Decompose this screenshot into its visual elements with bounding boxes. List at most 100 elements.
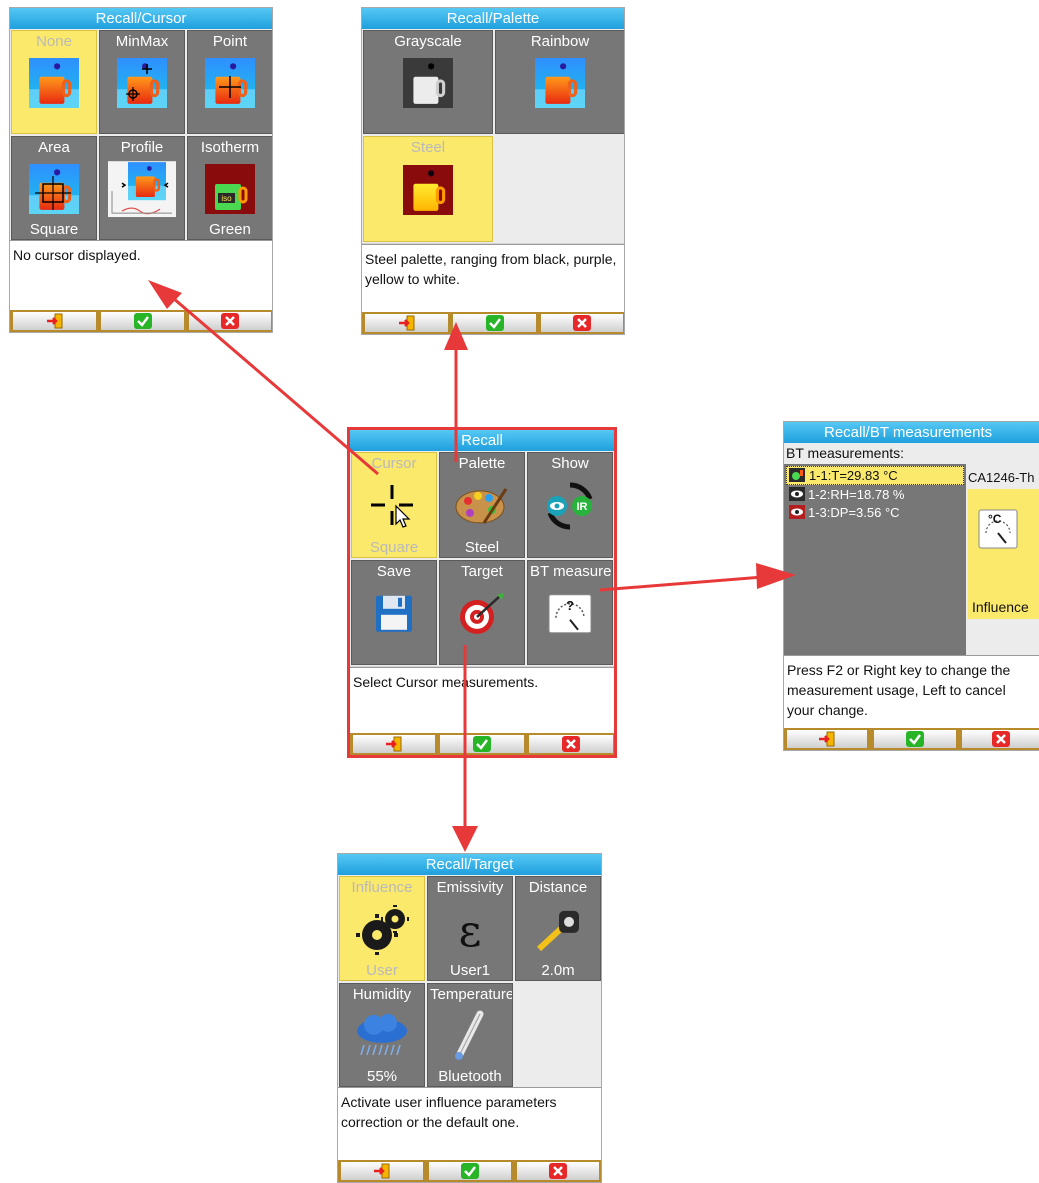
- tile-label: Emissivity: [436, 879, 504, 896]
- unit-label: °C: [988, 512, 1002, 526]
- confirm-key[interactable]: [874, 730, 956, 748]
- exit-key[interactable]: [787, 730, 867, 748]
- exit-key[interactable]: [341, 1162, 423, 1180]
- exit-key[interactable]: [13, 312, 96, 330]
- tile-isotherm[interactable]: Isotherm iso Green: [187, 136, 272, 240]
- tile-show[interactable]: Show IR: [527, 452, 613, 558]
- description: Press F2 or Right key to change the meas…: [784, 655, 1039, 730]
- exit-key[interactable]: [353, 735, 435, 753]
- tile-label: Humidity: [352, 986, 412, 1003]
- tile-palette[interactable]: Palette Steel: [439, 452, 525, 558]
- tile-humidity[interactable]: Humidity 55%: [339, 983, 425, 1087]
- description: No cursor displayed.: [10, 240, 272, 312]
- tile-label: Cursor: [371, 455, 417, 472]
- check-icon: [472, 736, 492, 752]
- bt-item[interactable]: 1-3:DP=3.56 °C: [786, 504, 962, 521]
- recall-palette-screen: Recall/Palette Grayscale Rainbow Steel S…: [361, 7, 625, 335]
- close-icon: [561, 736, 581, 752]
- tile-label: Isotherm: [200, 139, 260, 156]
- tile-grid: Cursor Square Palette Steel Show IR Save…: [350, 451, 614, 666]
- tile-steel[interactable]: Steel: [363, 136, 493, 242]
- tile-emissivity[interactable]: Emissivity ε User1: [427, 876, 513, 981]
- isotherm-icon: iso: [205, 164, 255, 214]
- tile-label: Profile: [120, 139, 164, 156]
- bt-list: 1-1:T=29.83 °C 1-2:RH=18.78 % 1-3:DP=3.5…: [784, 464, 966, 655]
- tile-none[interactable]: None: [11, 30, 97, 134]
- tile-temperature[interactable]: Temperature Bluetooth: [427, 983, 513, 1087]
- tile-label: Temperature: [430, 986, 512, 1003]
- recall-bt-screen: Recall/BT measurements BT measurements: …: [783, 421, 1039, 751]
- description: Select Cursor measurements.: [350, 667, 614, 734]
- cancel-key[interactable]: [189, 312, 271, 330]
- eye-sensor-icon: [789, 487, 805, 501]
- tile-label: Grayscale: [394, 33, 462, 50]
- tile-distance[interactable]: Distance 2.0m: [515, 876, 601, 981]
- confirm-key[interactable]: [101, 312, 184, 330]
- exit-icon: [397, 315, 417, 331]
- epsilon-icon: ε: [459, 907, 482, 951]
- bt-item[interactable]: 1-1:T=29.83 °C: [786, 466, 964, 485]
- thermo-sensor-icon: [789, 468, 805, 482]
- confirm-key[interactable]: [429, 1162, 511, 1180]
- cancel-key[interactable]: [529, 735, 613, 753]
- check-icon: [485, 315, 505, 331]
- gears-icon: [356, 904, 409, 955]
- function-key-bar: [362, 312, 624, 334]
- gauge-question-icon: ?: [548, 593, 592, 633]
- bt-item[interactable]: 1-2:RH=18.78 %: [786, 486, 962, 503]
- tile-save[interactable]: Save: [351, 560, 437, 665]
- tile-cursor[interactable]: Cursor Square: [351, 452, 437, 558]
- tile-grid: None MinMax Point Area Square Profile Is…: [10, 29, 272, 240]
- tile-label: Distance: [528, 879, 588, 896]
- tile-grayscale[interactable]: Grayscale: [363, 30, 493, 134]
- tile-label: MinMax: [115, 33, 169, 50]
- cancel-key[interactable]: [517, 1162, 599, 1180]
- tile-influence[interactable]: Influence User: [339, 876, 425, 981]
- svg-text:ε: ε: [459, 907, 482, 951]
- area-cursor-icon: [29, 164, 79, 214]
- tile-area[interactable]: Area Square: [11, 136, 97, 240]
- paint-palette-icon: [455, 488, 508, 524]
- svg-text:IR: IR: [577, 501, 588, 513]
- tile-label: Palette: [458, 455, 506, 472]
- cancel-key[interactable]: [962, 730, 1039, 748]
- bt-item-text: 1-1:T=29.83 °C: [809, 468, 898, 483]
- tile-target[interactable]: Target: [439, 560, 525, 665]
- confirm-key[interactable]: [453, 314, 536, 332]
- tile-value: User: [366, 962, 398, 979]
- arrow-to-bt: [599, 574, 777, 592]
- confirm-key[interactable]: [440, 735, 524, 753]
- tile-label: Target: [461, 563, 503, 580]
- device-name: CA1246-Th: [968, 470, 1035, 485]
- tile-value: Green: [209, 221, 251, 238]
- tile-point[interactable]: Point: [187, 30, 272, 134]
- check-icon: [460, 1163, 480, 1179]
- tape-measure-icon: [536, 910, 579, 951]
- tile-profile[interactable]: Profile: [99, 136, 185, 240]
- tile-minmax[interactable]: MinMax: [99, 30, 185, 134]
- bt-list-panel: BT measurements: 1-1:T=29.83 °C 1-2:RH=1…: [784, 443, 1039, 655]
- screen-title: Recall: [350, 430, 614, 451]
- tile-label: BT measure: [530, 563, 612, 580]
- exit-icon: [384, 736, 404, 752]
- description: Steel palette, ranging from black, purpl…: [362, 244, 624, 314]
- tile-label: Influence: [351, 879, 413, 896]
- function-key-bar: [338, 1160, 601, 1182]
- floppy-disk-icon: [376, 595, 412, 632]
- cancel-key[interactable]: [541, 314, 623, 332]
- tile-grid: Influence User Emissivity ε User1 Distan…: [338, 875, 601, 1087]
- usage-panel[interactable]: °C Influence: [968, 489, 1039, 619]
- exit-key[interactable]: [365, 314, 448, 332]
- steel-cup-icon: [403, 165, 453, 215]
- tile-value: Square: [29, 221, 79, 238]
- tile-value: 55%: [366, 1068, 398, 1085]
- tile-rainbow[interactable]: Rainbow: [495, 30, 624, 134]
- tile-label: Show: [551, 455, 589, 472]
- tile-bt-measure[interactable]: BT measure ?: [527, 560, 613, 665]
- screen-title: Recall/Target: [338, 854, 601, 875]
- svg-text:?: ?: [566, 597, 574, 612]
- tile-grid: Grayscale Rainbow Steel: [362, 29, 624, 243]
- thermometer-icon: [455, 1010, 484, 1061]
- bt-header: BT measurements:: [786, 445, 905, 461]
- tile-value: 2.0m: [541, 962, 575, 979]
